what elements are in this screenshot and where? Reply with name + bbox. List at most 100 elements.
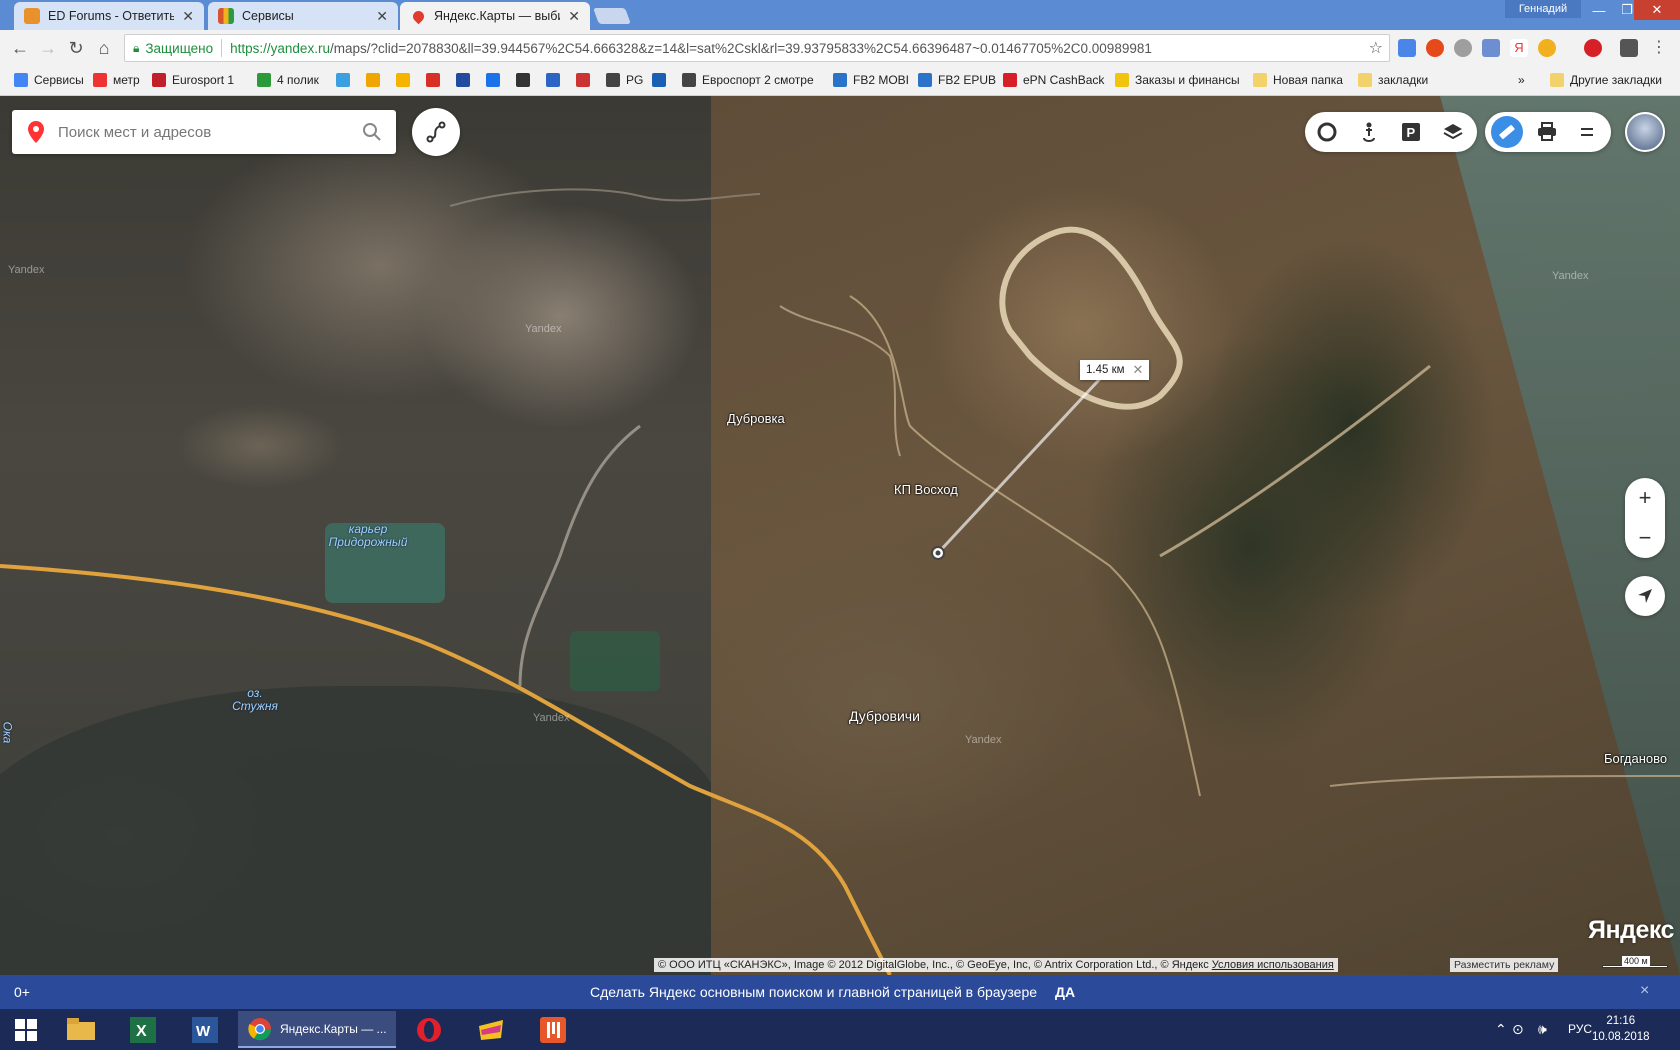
bookmark-star-icon[interactable]: ☆ (1369, 38, 1383, 58)
bookmark-item[interactable]: Евроспорт 2 смотре (682, 73, 814, 87)
volume-icon[interactable]: 🕪︎ (1538, 1021, 1547, 1038)
back-arrow-icon[interactable]: ← (8, 36, 32, 60)
menu-button[interactable] (1573, 118, 1601, 146)
bookmark-item[interactable] (516, 73, 536, 87)
place-label-bogdanovo[interactable]: Богданово (1604, 751, 1667, 766)
tab-close-icon[interactable]: ✕ (182, 8, 194, 25)
geolocation-button[interactable] (1625, 576, 1665, 616)
remove-ruler-icon[interactable]: ✕ (1133, 362, 1144, 378)
bookmark-item[interactable]: 4 полик (257, 73, 319, 87)
user-avatar[interactable] (1625, 112, 1665, 152)
bookmark-item[interactable] (456, 73, 476, 87)
taskbar-opera[interactable] (410, 1011, 448, 1048)
taskbar-media[interactable] (534, 1011, 572, 1048)
yandex-extension-icon[interactable]: Я (1510, 39, 1528, 57)
network-icon[interactable]: ⊙ (1512, 1021, 1524, 1038)
place-label-dubrovichi[interactable]: Дубровичи (849, 708, 920, 724)
taskbar-explorer[interactable] (62, 1011, 100, 1048)
extension-icon[interactable] (1426, 39, 1444, 57)
printer-icon (1538, 122, 1556, 141)
mail-extension-icon[interactable] (1482, 39, 1500, 57)
bookmark-item[interactable]: FB2 MOBI (833, 73, 909, 87)
water-label-lake[interactable]: оз. Стужня (228, 687, 282, 713)
minimize-icon[interactable]: — (1584, 0, 1614, 20)
taskbar-app[interactable] (472, 1011, 510, 1048)
map-watermark: Yandex (965, 734, 1002, 746)
shield-extension-icon[interactable] (1620, 39, 1638, 57)
taskbar-excel[interactable]: X (124, 1011, 162, 1048)
address-bar[interactable]: 🔒︎ Защищено https://yandex.ru/maps/?clid… (124, 34, 1390, 62)
bookmark-item[interactable] (652, 73, 672, 87)
bookmark-favicon-icon (682, 73, 696, 87)
accept-button[interactable]: ДА (1055, 984, 1075, 1000)
bookmark-favicon-icon (833, 73, 847, 87)
bookmark-item[interactable]: Другие закладки (1550, 73, 1662, 87)
map-search-input[interactable] (58, 123, 358, 141)
profile-name[interactable]: Геннадий (1505, 0, 1581, 18)
bookmark-label: PG (626, 73, 644, 87)
translate-extension-icon[interactable] (1398, 39, 1416, 57)
start-button[interactable] (6, 1011, 46, 1048)
menu-kebab-icon[interactable]: ⋮ (1650, 39, 1668, 57)
bookmark-item[interactable] (426, 73, 446, 87)
map-layers-button[interactable] (1439, 118, 1467, 146)
water-label-river[interactable]: Ока (0, 721, 15, 744)
bookmark-item[interactable]: Eurosport 1 (152, 73, 234, 87)
zoom-in-button[interactable]: + (1625, 478, 1665, 518)
route-button[interactable] (412, 108, 460, 156)
forward-arrow-icon[interactable]: → (36, 36, 60, 60)
bookmark-item[interactable]: Новая папка (1253, 73, 1343, 87)
tab-close-icon[interactable]: ✕ (376, 8, 388, 25)
tray-expand-icon[interactable]: ⌃ (1495, 1021, 1507, 1038)
bookmark-item[interactable]: Сервисы (14, 73, 84, 87)
bookmark-item[interactable] (336, 73, 356, 87)
zoom-out-button[interactable]: − (1625, 518, 1665, 558)
globe-extension-icon[interactable] (1454, 39, 1472, 57)
advertise-link[interactable]: Разместить рекламу (1450, 958, 1559, 972)
traffic-layer-button[interactable] (1313, 118, 1341, 146)
tab-yandex-maps[interactable]: Яндекс.Карты — выбира ✕ (400, 2, 590, 30)
window-close-icon[interactable]: ✕ (1634, 0, 1680, 20)
terms-link[interactable]: Условия использования (1212, 959, 1334, 971)
parking-layer-button[interactable]: P (1397, 118, 1425, 146)
yandex-default-search-bar: 0+ Сделать Яндекс основным поиском и гла… (0, 975, 1680, 1009)
panorama-layer-button[interactable] (1355, 118, 1383, 146)
new-tab-button[interactable] (593, 8, 631, 24)
epn-extension-icon[interactable] (1584, 39, 1602, 57)
bookmark-item[interactable]: ePN CashBack (1003, 73, 1104, 87)
tab-close-icon[interactable]: ✕ (568, 8, 580, 25)
system-clock[interactable]: 21:16 10.08.2018 (1592, 1013, 1650, 1045)
reload-icon[interactable]: ↻ (64, 36, 88, 60)
weather-extension-icon[interactable] (1538, 39, 1556, 57)
bookmark-item[interactable]: PG (606, 73, 643, 87)
bookmark-item[interactable] (366, 73, 386, 87)
separator (221, 39, 223, 57)
bookmark-item[interactable]: FB2 EPUB (918, 73, 996, 87)
print-button[interactable] (1533, 118, 1561, 146)
bookmark-favicon-icon (516, 73, 530, 87)
tab-ed-forums[interactable]: ED Forums - Ответить в ✕ (14, 2, 204, 30)
url-text[interactable]: https://yandex.ru/maps/?clid=2078830&ll=… (230, 41, 1152, 56)
bookmark-item[interactable] (546, 73, 566, 87)
keyboard-language[interactable]: РУС (1568, 1022, 1592, 1036)
yandex-logo[interactable]: Яндекс (1588, 916, 1674, 945)
taskbar-chrome[interactable]: Яндекс.Карты — ... (238, 1011, 396, 1048)
water-label-quarry[interactable]: карьер Придорожный (326, 523, 410, 549)
bookmark-item[interactable] (486, 73, 506, 87)
map-canvas[interactable]: Yandex Yandex Yandex Yandex Yandex Дубро… (0, 96, 1680, 975)
bookmark-item[interactable] (396, 73, 416, 87)
place-label-dubrovka[interactable]: Дубровка (727, 411, 785, 426)
close-icon[interactable]: × (1640, 982, 1649, 1000)
bookmark-item[interactable]: Заказы и финансы (1115, 73, 1240, 87)
bookmarks-overflow-icon[interactable]: » (1518, 73, 1525, 87)
home-icon[interactable]: ⌂ (92, 36, 116, 60)
tab-services[interactable]: Сервисы ✕ (208, 2, 398, 30)
place-label-kp-voskhod[interactable]: КП Восход (894, 482, 958, 497)
taskbar-word[interactable]: W (186, 1011, 224, 1048)
bookmark-item[interactable]: закладки (1358, 73, 1428, 87)
bookmark-item[interactable] (576, 73, 596, 87)
ruler-button[interactable] (1491, 116, 1523, 148)
search-icon[interactable] (362, 122, 382, 142)
water-label-text: Ока (0, 721, 15, 744)
bookmark-item[interactable]: метр (93, 73, 140, 87)
